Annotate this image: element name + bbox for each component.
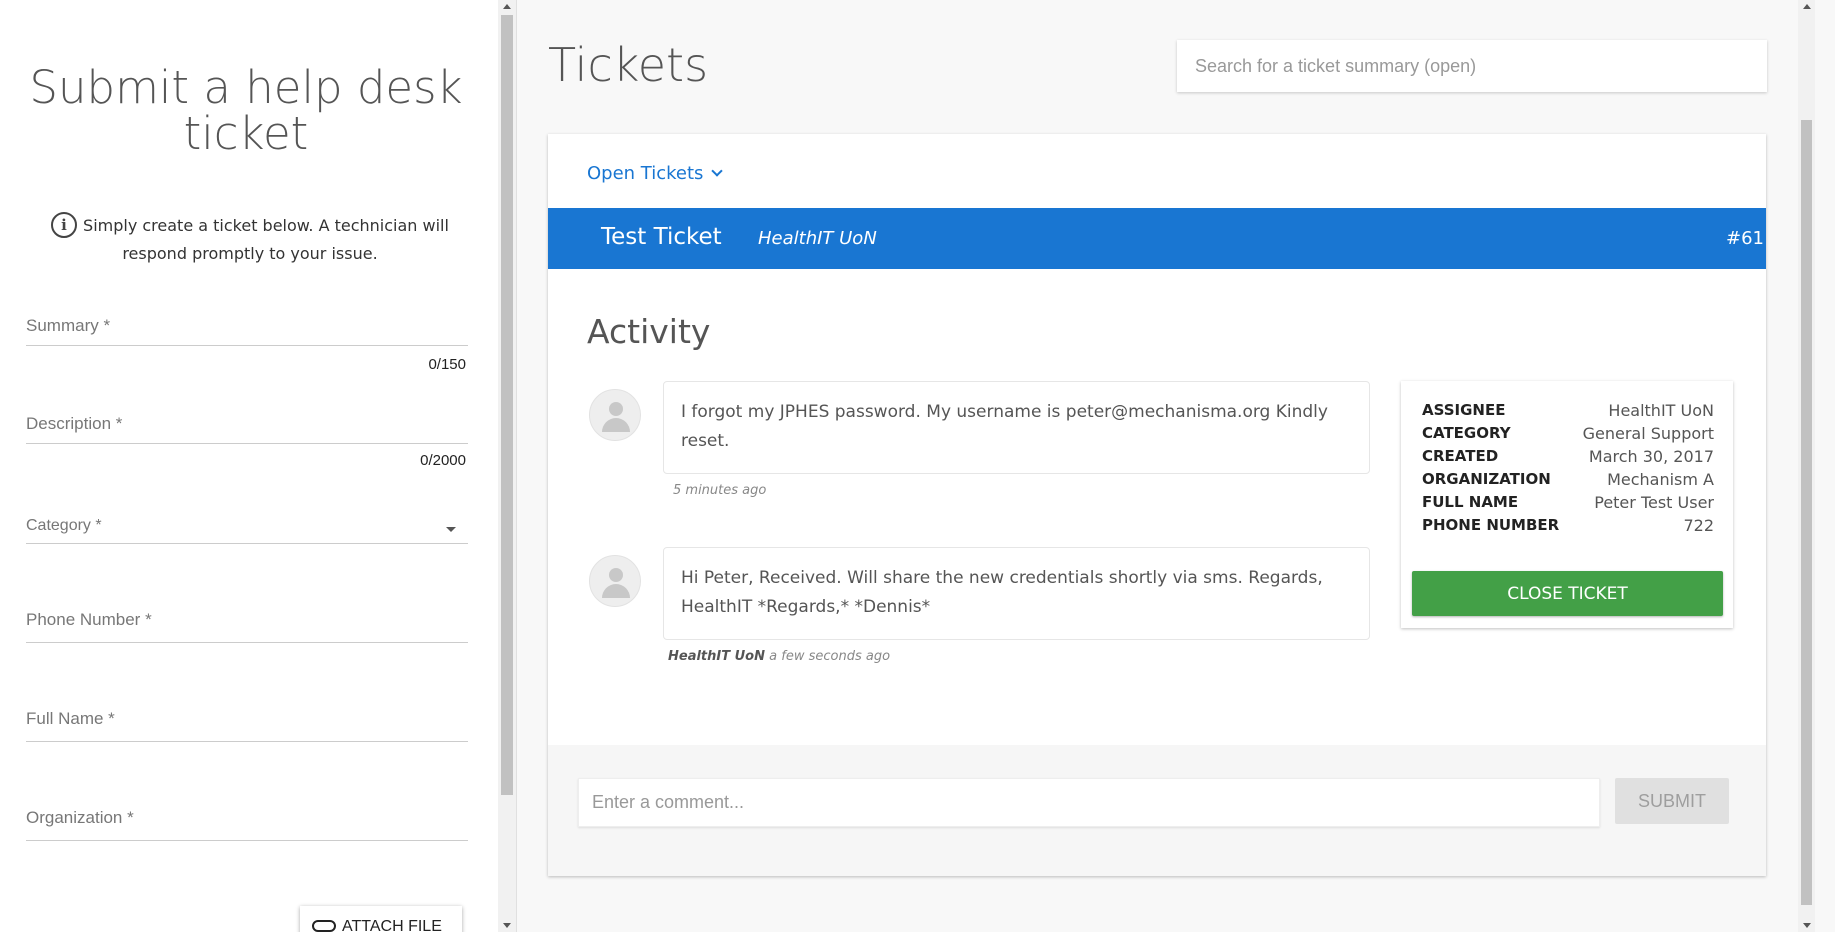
- ticket-details-panel: ASSIGNEE HealthIT UoN CATEGORY General S…: [1401, 381, 1733, 628]
- activity-title: Activity: [587, 312, 711, 351]
- info-text: Simply create a ticket below. A technici…: [83, 216, 449, 263]
- main-scrollbar[interactable]: [1798, 0, 1815, 932]
- chevron-down-icon: [711, 165, 724, 177]
- detail-key: ASSIGNEE: [1422, 401, 1506, 419]
- detail-row-assignee: ASSIGNEE HealthIT UoN: [1422, 401, 1714, 424]
- left-scrollbar[interactable]: [498, 0, 516, 932]
- avatar: [589, 389, 641, 441]
- organization-field[interactable]: Organization *: [26, 808, 468, 841]
- open-tickets-label: Open Tickets: [587, 163, 704, 184]
- attach-file-button[interactable]: ATTACH FILE: [300, 906, 462, 932]
- message-author: HealthIT UoN: [668, 649, 765, 664]
- detail-value: Peter Test User: [1594, 493, 1714, 512]
- detail-row-phone-number: PHONE NUMBER 722: [1422, 516, 1714, 539]
- message-time: 5 minutes ago: [673, 483, 767, 498]
- detail-key: ORGANIZATION: [1422, 470, 1551, 488]
- close-ticket-button[interactable]: CLOSE TICKET: [1412, 571, 1723, 616]
- info-icon: i: [51, 211, 78, 238]
- avatar-head: [609, 402, 623, 416]
- scroll-up-icon[interactable]: [503, 4, 511, 9]
- detail-row-organization: ORGANIZATION Mechanism A: [1422, 470, 1714, 493]
- attachment-icon: [312, 920, 336, 932]
- form-info: i Simply create a ticket below. A technic…: [30, 211, 470, 268]
- message-meta: 5 minutes ago: [673, 483, 766, 498]
- detail-value: Mechanism A: [1607, 470, 1714, 489]
- detail-key: FULL NAME: [1422, 493, 1519, 511]
- scroll-down-icon[interactable]: [503, 923, 511, 928]
- detail-key: CATEGORY: [1422, 424, 1511, 442]
- detail-key: CREATED: [1422, 447, 1499, 465]
- attach-file-label: ATTACH FILE: [342, 918, 442, 932]
- detail-row-full-name: FULL NAME Peter Test User: [1422, 493, 1714, 516]
- description-field[interactable]: Description *: [26, 414, 468, 444]
- full-name-field[interactable]: Full Name *: [26, 709, 468, 742]
- phone-number-field[interactable]: Phone Number *: [26, 610, 468, 643]
- description-label: Description *: [26, 414, 123, 433]
- open-tickets-dropdown[interactable]: Open Tickets: [587, 163, 724, 184]
- category-label: Category *: [26, 517, 102, 534]
- detail-value: HealthIT UoN: [1608, 401, 1714, 420]
- message-meta: HealthIT UoN a few seconds ago: [668, 649, 890, 664]
- ticket-title: Test Ticket: [601, 224, 722, 250]
- description-counter: 0/2000: [420, 452, 466, 469]
- message-time: a few seconds ago: [769, 649, 891, 664]
- left-scrollbar-thumb[interactable]: [501, 15, 513, 795]
- scroll-down-icon[interactable]: [1803, 923, 1811, 928]
- comment-area: SUBMIT: [548, 745, 1766, 876]
- panel-divider: [516, 0, 517, 932]
- detail-value: 722: [1683, 516, 1714, 535]
- tickets-card: Open Tickets Test Ticket HealthIT UoN #6…: [548, 134, 1766, 876]
- avatar-head: [609, 568, 623, 582]
- ticket-header[interactable]: Test Ticket HealthIT UoN #61: [548, 208, 1766, 269]
- ticket-search-input[interactable]: [1177, 40, 1767, 92]
- main-scrollbar-thumb[interactable]: [1801, 120, 1812, 905]
- message-bubble: I forgot my JPHES password. My username …: [663, 381, 1370, 474]
- category-select[interactable]: Category *: [26, 517, 468, 544]
- avatar-body: [602, 584, 630, 598]
- caret-down-icon: [446, 527, 456, 532]
- phone-number-label: Phone Number *: [26, 610, 152, 629]
- ticket-number: #61: [1726, 228, 1764, 249]
- summary-label: Summary *: [26, 316, 111, 335]
- summary-counter: 0/150: [428, 356, 466, 373]
- page-title: Tickets: [548, 38, 709, 92]
- submit-comment-button[interactable]: SUBMIT: [1615, 778, 1729, 824]
- scroll-up-icon[interactable]: [1803, 4, 1811, 9]
- detail-row-category: CATEGORY General Support: [1422, 424, 1714, 447]
- summary-field[interactable]: Summary *: [26, 316, 468, 346]
- avatar: [589, 555, 641, 607]
- ticket-organization: HealthIT UoN: [758, 228, 877, 249]
- detail-row-created: CREATED March 30, 2017: [1422, 447, 1714, 470]
- message-bubble: Hi Peter, Received. Will share the new c…: [663, 547, 1370, 640]
- detail-value: March 30, 2017: [1588, 447, 1714, 466]
- submit-ticket-panel: Submit a help desk ticket i Simply create…: [0, 0, 498, 932]
- full-name-label: Full Name *: [26, 709, 115, 728]
- form-title: Submit a help desk ticket: [29, 61, 463, 160]
- detail-value: General Support: [1582, 424, 1714, 443]
- detail-key: PHONE NUMBER: [1422, 516, 1560, 534]
- organization-label: Organization *: [26, 808, 134, 827]
- comment-input[interactable]: [578, 778, 1600, 827]
- avatar-body: [602, 418, 630, 432]
